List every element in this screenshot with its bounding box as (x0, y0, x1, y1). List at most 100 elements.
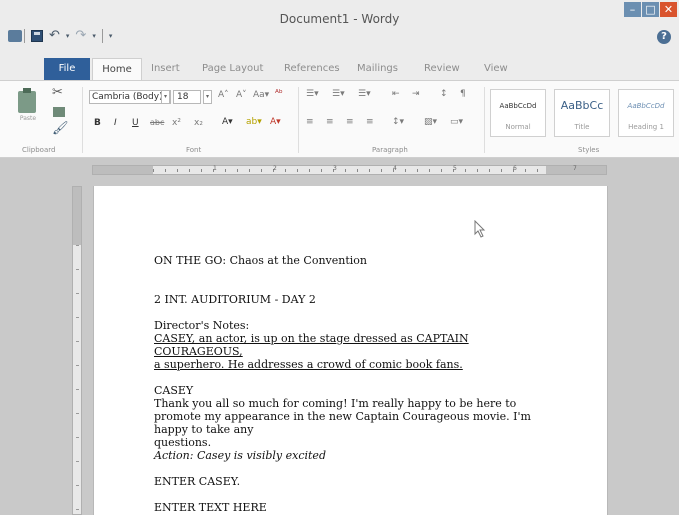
style-normal-sample: AaBbCcDd (499, 102, 537, 110)
ruler-number: 5 (453, 165, 457, 172)
vertical-ruler[interactable] (72, 186, 82, 515)
highlight-color-icon[interactable]: ab▾ (246, 117, 262, 127)
script-title: ON THE GO: Chaos at the Convention (154, 254, 367, 267)
strikethrough-button[interactable]: abc (150, 118, 164, 127)
align-center-icon[interactable]: ≡ (326, 117, 334, 127)
underline-button[interactable]: U (132, 118, 139, 128)
app-icon[interactable] (8, 30, 22, 42)
ruler-number: 1 (213, 165, 217, 172)
show-formatting-icon[interactable]: ¶ (460, 89, 466, 99)
font-size-select[interactable]: 18 (173, 90, 201, 104)
subscript-button[interactable]: x₂ (194, 118, 203, 128)
paragraph-group-label: Paragraph (372, 146, 408, 154)
text-effects-icon[interactable]: A▾ (222, 117, 233, 127)
tab-file[interactable]: File (44, 58, 90, 80)
sort-icon[interactable]: ↕ (440, 89, 448, 99)
align-right-icon[interactable]: ≡ (346, 117, 354, 127)
cut-icon[interactable]: ✂ (52, 85, 63, 100)
quick-access-toolbar: ↶ ▾ ↷ ▾ ▾ (24, 28, 112, 43)
save-icon[interactable] (31, 29, 43, 42)
shrink-font-icon[interactable]: A˅ (236, 90, 247, 100)
grow-font-icon[interactable]: A˄ (218, 90, 229, 100)
tab-page-layout[interactable]: Page Layout (202, 58, 263, 80)
redo-dropdown-icon[interactable]: ▾ (92, 32, 96, 40)
document-body[interactable]: ON THE GO: Chaos at the Convention 2 INT… (154, 254, 554, 514)
dialogue-line: Thank you all so much for coming! I'm re… (154, 397, 517, 410)
font-color-icon[interactable]: A▾ (270, 117, 281, 127)
help-icon[interactable]: ? (657, 30, 671, 44)
font-size-dropdown-icon[interactable]: ▾ (203, 90, 212, 104)
font-name-dropdown-icon[interactable]: ▾ (161, 90, 170, 104)
style-heading-1-sample: AaBbCcDd (627, 102, 665, 110)
minimize-icon[interactable]: – (624, 2, 641, 17)
copy-icon[interactable] (53, 107, 65, 117)
format-painter-icon[interactable]: 🖌 (52, 121, 69, 136)
style-normal[interactable]: AaBbCcDd Normal (490, 89, 546, 137)
action-line: Action: Casey is visibly excited (154, 449, 326, 462)
vertical-ruler-ticks (73, 245, 81, 514)
justify-icon[interactable]: ≡ (366, 117, 374, 127)
undo-icon[interactable]: ↶ (49, 28, 60, 43)
horizontal-ruler[interactable]: 1 2 3 4 5 6 7 (92, 165, 607, 175)
bullets-icon[interactable]: ☰▾ (306, 89, 319, 99)
title-bar: ↶ ▾ ↷ ▾ ▾ Document1 - Wordy – □ ✕ ? (0, 0, 679, 58)
tab-references[interactable]: References (284, 58, 340, 80)
tab-home[interactable]: Home (92, 58, 142, 80)
ruler-left-margin (93, 166, 153, 174)
scene-heading: 2 INT. AUDITORIUM - DAY 2 (154, 293, 316, 306)
paste-button[interactable]: Paste (14, 87, 42, 123)
vertical-ruler-margin (73, 187, 81, 245)
character-name: CASEY (154, 384, 194, 397)
maximize-icon[interactable]: □ (642, 2, 659, 17)
undo-dropdown-icon[interactable]: ▾ (66, 32, 70, 40)
ribbon-home: Paste ✂ 🖌 Clipboard Cambria (Body) ▾ 18 … (0, 80, 679, 158)
notes-line: a superhero. He addresses a crowd of com… (154, 358, 463, 371)
tab-view[interactable]: View (484, 58, 508, 80)
clear-formatting-icon[interactable]: ᴬᵇ (275, 89, 283, 99)
enter-text-line: ENTER TEXT HERE (154, 501, 267, 514)
group-separator (298, 87, 299, 153)
styles-group-label: Styles (578, 146, 600, 154)
clipboard-icon (18, 91, 36, 113)
ruler-number: 4 (393, 165, 397, 172)
enter-casey-line: ENTER CASEY. (154, 475, 241, 488)
notes-label: Director's Notes: (154, 319, 250, 332)
borders-icon[interactable]: ▭▾ (450, 117, 463, 127)
line-spacing-icon[interactable]: ↕▾ (392, 117, 404, 127)
increase-indent-icon[interactable]: ⇥ (412, 89, 420, 99)
numbering-icon[interactable]: ☰▾ (332, 89, 345, 99)
tab-mailings[interactable]: Mailings (357, 58, 398, 80)
clipboard-clip (23, 88, 31, 93)
dialogue-line: questions. (154, 436, 212, 449)
font-name-select[interactable]: Cambria (Body) (89, 90, 171, 104)
decrease-indent-icon[interactable]: ⇤ (392, 89, 400, 99)
italic-button[interactable]: I (114, 118, 117, 128)
tab-insert[interactable]: Insert (151, 58, 180, 80)
group-separator (484, 87, 485, 153)
ribbon-tabs: File Home Insert Page Layout References … (0, 58, 679, 80)
mouse-pointer-icon (474, 220, 486, 238)
customize-qat-icon[interactable]: ▾ (109, 32, 113, 40)
shading-icon[interactable]: ▨▾ (424, 117, 437, 127)
style-title-name: Title (574, 123, 590, 131)
clipboard-group-label: Clipboard (22, 146, 56, 154)
style-title-sample: AaBbCc (560, 99, 604, 112)
document-page[interactable]: ON THE GO: Chaos at the Convention 2 INT… (93, 186, 608, 515)
qat-divider (24, 28, 25, 43)
close-icon[interactable]: ✕ (660, 2, 677, 17)
dialogue-line: happy to take any (154, 423, 254, 436)
superscript-button[interactable]: x² (172, 118, 181, 128)
ruler-number: 6 (513, 165, 517, 172)
style-heading-1-name: Heading 1 (628, 123, 664, 131)
style-heading-1[interactable]: AaBbCcDd Heading 1 (618, 89, 674, 137)
style-normal-name: Normal (505, 123, 531, 131)
style-title[interactable]: AaBbCc Title (554, 89, 610, 137)
tab-review[interactable]: Review (424, 58, 460, 80)
align-left-icon[interactable]: ≡ (306, 117, 314, 127)
document-title: Document1 - Wordy (279, 12, 400, 26)
change-case-icon[interactable]: Aa▾ (253, 90, 269, 100)
multilevel-list-icon[interactable]: ☰▾ (358, 89, 371, 99)
ruler-ticks (153, 166, 546, 174)
redo-icon[interactable]: ↷ (75, 28, 86, 43)
bold-button[interactable]: B (94, 118, 101, 128)
